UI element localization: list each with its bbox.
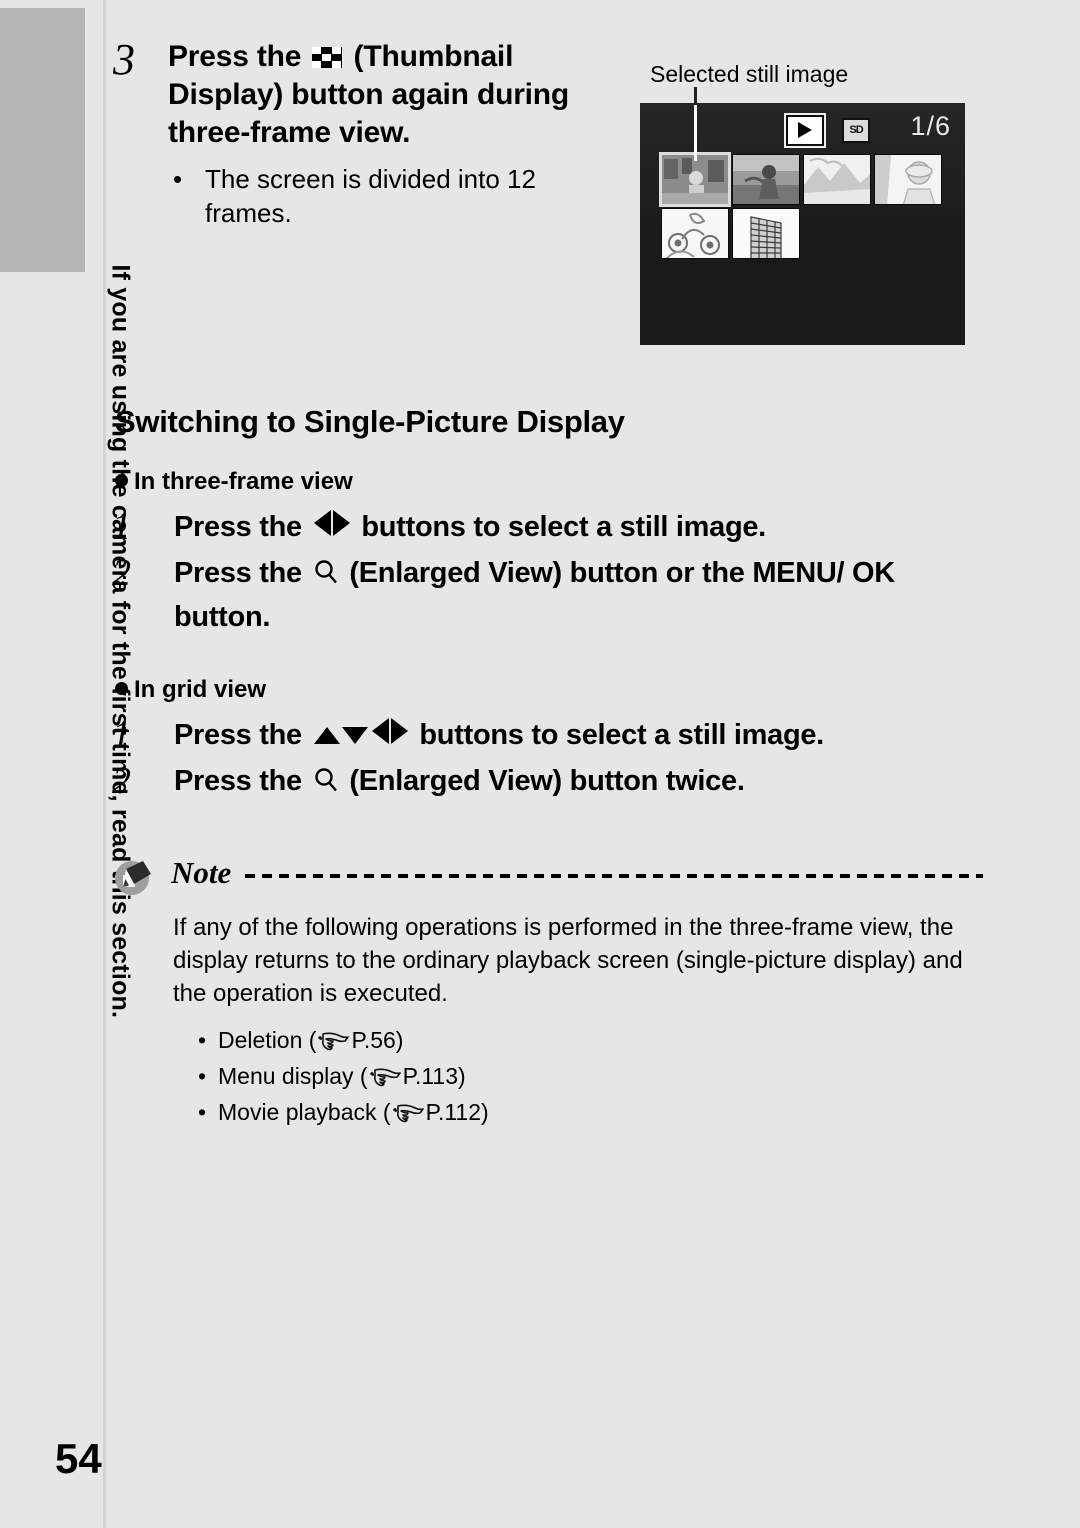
see-reference-hand-icon — [391, 1098, 425, 1123]
step-3-text: Press the (Thumbnail Display) button aga… — [168, 38, 633, 152]
thumbnail-grid — [659, 152, 951, 259]
note-list-item: • Menu display ( P.113) — [198, 1058, 983, 1094]
manual-page: If you are using the camera for the firs… — [0, 0, 1080, 1528]
step-row: 2 Press the (Enlarged View) button or th… — [112, 551, 974, 639]
chapter-tab-block — [0, 8, 85, 272]
see-reference-hand-icon — [316, 1026, 350, 1051]
thumbnail-display-icon — [312, 47, 343, 68]
step-text-pre: Press the — [174, 557, 310, 589]
step-text: Press the (Enlarged View) button or the … — [174, 551, 974, 639]
note-pencil-icon — [113, 857, 153, 897]
step-text: Press the buttons to select a still imag… — [174, 505, 766, 549]
note-label: Note — [171, 855, 232, 890]
note-item-ref: P.113 — [402, 1063, 459, 1089]
thumbnail-cell[interactable] — [732, 208, 800, 259]
note-item-close: ) — [395, 1027, 404, 1053]
step-text: Press the buttons to select a still imag… — [174, 713, 824, 757]
page-section-heading: Switching to Single-Picture Display — [115, 404, 625, 439]
enlarged-view-magnifier-icon — [313, 554, 339, 584]
step-row: 1 Press the buttons to select a still im… — [112, 505, 974, 549]
step-3-bullet: • The screen is divided into 12 frames. — [173, 162, 633, 230]
step-3-row: 3 Press the (Thumbnail Display) button a… — [113, 38, 633, 152]
frame-count-indicator: 1/6 — [910, 111, 951, 141]
thumbnail-cell[interactable] — [661, 208, 729, 259]
note-item-list: • Deletion ( P.56) • Menu display ( P.113) •… — [198, 1022, 983, 1130]
step-text-pre: Press the — [174, 719, 310, 751]
camera-lcd-illustration: Selected still image SD 1/6 — [640, 61, 965, 345]
sd-card-icon: SD — [842, 118, 870, 143]
playback-mode-icon — [786, 115, 824, 146]
step-text-pre: Press the — [174, 765, 310, 797]
four-way-arrow-buttons-icon — [313, 713, 408, 757]
note-list-item: • Movie playback ( P.112) — [198, 1094, 983, 1130]
thumbnail-row — [661, 208, 951, 259]
left-right-arrow-buttons-icon — [313, 505, 350, 549]
step-text-pre: Press the — [174, 511, 310, 543]
lcd-callout-label: Selected still image — [650, 61, 849, 87]
subsection-three-frame-view: In three-frame view — [115, 468, 353, 496]
enlarged-view-magnifier-icon — [313, 762, 339, 792]
thumbnail-cell[interactable] — [732, 154, 800, 205]
thumbnail-cell[interactable] — [874, 154, 942, 205]
subsection-three-frame-label: In three-frame view — [134, 468, 353, 495]
note-item-text: Deletion ( — [218, 1027, 317, 1053]
page-number: 54 — [55, 1435, 102, 1482]
lcd-callout-line-upper — [694, 87, 697, 105]
step-row: 2 Press the (Enlarged View) button twice… — [112, 759, 824, 803]
step-text-post: (Enlarged View) button twice. — [341, 765, 745, 797]
see-reference-hand-icon — [368, 1062, 402, 1087]
step-number: 1 — [112, 714, 131, 756]
note-item-text: Movie playback ( — [218, 1099, 391, 1125]
grid-view-steps: 1 Press the buttons to select a still im… — [112, 713, 824, 805]
lcd-status-bar: SD 1/6 — [640, 111, 965, 147]
step-3-text-pre: Press the — [168, 40, 310, 73]
note-header: Note — [113, 855, 983, 901]
step-text-post: buttons to select a still image. — [411, 719, 824, 751]
note-item-text: Menu display ( — [218, 1063, 368, 1089]
bullet-marker: • — [173, 164, 183, 194]
step-text-post: buttons to select a still image. — [353, 511, 766, 543]
note-item-ref: P.56 — [351, 1027, 396, 1053]
note-item-ref: P.112 — [425, 1099, 482, 1125]
step-text: Press the (Enlarged View) button twice. — [174, 759, 745, 803]
subsection-grid-view: In grid view — [115, 676, 266, 704]
filled-circle-bullet-icon — [115, 682, 128, 695]
step-3-bullet-text: The screen is divided into 12 frames. — [205, 164, 536, 228]
step-3-number: 3 — [113, 35, 135, 84]
bullet-marker: • — [198, 1063, 207, 1089]
thumbnail-row — [659, 152, 951, 207]
lcd-screen: SD 1/6 — [640, 103, 965, 345]
step-number: 1 — [112, 506, 131, 548]
note-item-close: ) — [458, 1063, 466, 1089]
bullet-marker: • — [198, 1099, 207, 1125]
note-block: Note If any of the following operations … — [113, 855, 983, 1130]
subsection-grid-label: In grid view — [134, 676, 267, 703]
thumbnail-cell[interactable] — [803, 154, 871, 205]
step-number: 2 — [112, 552, 131, 594]
step-row: 1 Press the buttons to select a still im… — [112, 713, 824, 757]
note-list-item: • Deletion ( P.56) — [198, 1022, 983, 1058]
note-divider-dashes — [245, 874, 983, 878]
step-number: 2 — [112, 760, 131, 802]
bullet-marker: • — [198, 1027, 207, 1053]
three-frame-steps: 1 Press the buttons to select a still im… — [112, 505, 974, 641]
note-body-text: If any of the following operations is pe… — [173, 914, 963, 1007]
thumbnail-cell-selected[interactable] — [659, 152, 731, 207]
step-3-block: 3 Press the (Thumbnail Display) button a… — [113, 38, 633, 230]
filled-circle-bullet-icon — [115, 474, 128, 487]
note-item-close: ) — [481, 1099, 489, 1125]
